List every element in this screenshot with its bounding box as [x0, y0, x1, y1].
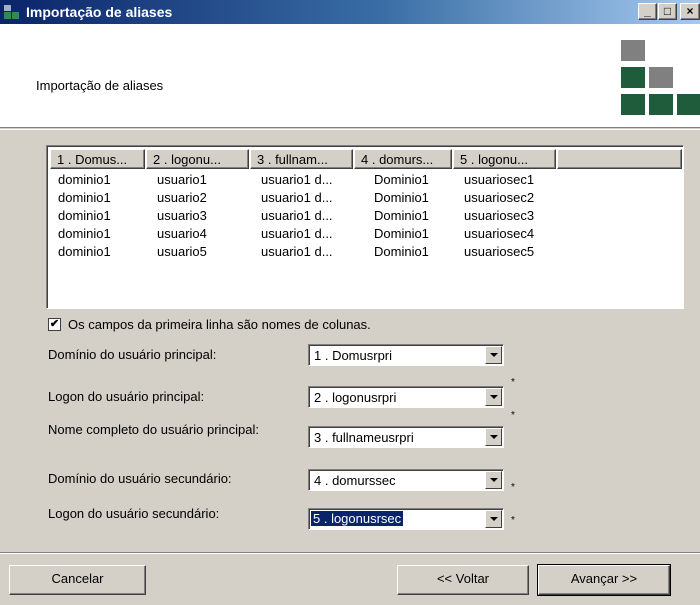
- table-cell: dominio1: [58, 226, 111, 241]
- wizard-header: Importação de aliases: [0, 24, 700, 128]
- primary-domain-label: Domínio do usuário principal:: [48, 347, 217, 362]
- table-cell: Dominio1: [374, 208, 429, 223]
- minimize-button[interactable]: _: [638, 3, 657, 20]
- table-cell: usuario1 d...: [261, 226, 333, 241]
- table-cell: dominio1: [58, 244, 111, 259]
- secondary-domain-value: 4 . domurssec: [314, 473, 396, 488]
- header-title: Importação de aliases: [36, 78, 164, 93]
- chevron-down-icon[interactable]: [485, 428, 502, 446]
- required-marker: *: [511, 410, 515, 421]
- column-header-filler: [557, 149, 682, 169]
- back-button[interactable]: << Voltar: [397, 565, 529, 595]
- primary-logon-select[interactable]: 2 . logonusrpri: [308, 386, 504, 408]
- chevron-down-icon[interactable]: [485, 346, 502, 364]
- aliases-table[interactable]: 1 . Domus... 2 . logonu... 3 . fullnam..…: [46, 145, 684, 309]
- primary-logon-label: Logon do usuário principal:: [48, 389, 205, 404]
- required-marker: *: [511, 377, 515, 388]
- table-row[interactable]: dominio1 usuario1 usuario1 d... Dominio1…: [50, 172, 682, 190]
- required-marker: *: [511, 515, 515, 526]
- table-cell: dominio1: [58, 208, 111, 223]
- footer-separator: [0, 552, 700, 554]
- secondary-logon-select[interactable]: 5 . logonusrsec: [308, 508, 504, 530]
- table-cell: Dominio1: [374, 226, 429, 241]
- table-cell: usuariosec4: [464, 226, 535, 241]
- app-icon: [4, 5, 20, 19]
- chevron-down-icon[interactable]: [485, 510, 502, 528]
- secondary-logon-label: Logon do usuário secundário:: [48, 506, 220, 521]
- table-row[interactable]: dominio1 usuario3 usuario1 d... Dominio1…: [50, 208, 682, 226]
- table-cell: usuariosec1: [464, 172, 535, 187]
- secondary-domain-label: Domínio do usuário secundário:: [48, 471, 232, 486]
- primary-fullname-select[interactable]: 3 . fullnameusrpri: [308, 426, 504, 448]
- column-header-4[interactable]: 4 . domurs...: [354, 149, 452, 169]
- table-cell: usuario1: [157, 172, 207, 187]
- first-row-headers-checkbox[interactable]: ✔: [48, 318, 61, 331]
- header-separator: [0, 129, 700, 130]
- chevron-down-icon[interactable]: [485, 471, 502, 489]
- secondary-domain-select[interactable]: 4 . domurssec: [308, 469, 504, 491]
- table-body: dominio1 usuario1 usuario1 d... Dominio1…: [50, 172, 682, 262]
- table-header: 1 . Domus... 2 . logonu... 3 . fullnam..…: [50, 149, 682, 169]
- table-row[interactable]: dominio1 usuario5 usuario1 d... Dominio1…: [50, 244, 682, 262]
- chevron-down-icon[interactable]: [485, 388, 502, 406]
- table-cell: dominio1: [58, 172, 111, 187]
- table-cell: dominio1: [58, 190, 111, 205]
- table-cell: usuario5: [157, 244, 207, 259]
- primary-domain-value: 1 . Domusrpri: [314, 348, 393, 363]
- column-header-5[interactable]: 5 . logonu...: [453, 149, 556, 169]
- cancel-button[interactable]: Cancelar: [9, 565, 146, 595]
- close-icon: ×: [686, 4, 694, 18]
- first-row-headers-label[interactable]: Os campos da primeira linha são nomes de…: [68, 317, 371, 332]
- table-cell: Dominio1: [374, 244, 429, 259]
- table-cell: usuariosec2: [464, 190, 535, 205]
- window-titlebar[interactable]: Importação de aliases _ □ ×: [0, 0, 700, 24]
- next-button[interactable]: Avançar >>: [537, 564, 671, 596]
- primary-fullname-label: Nome completo do usuário principal:: [48, 422, 259, 437]
- table-row[interactable]: dominio1 usuario4 usuario1 d... Dominio1…: [50, 226, 682, 244]
- squares-logo-icon: [621, 40, 700, 120]
- minimize-icon: _: [644, 4, 651, 18]
- table-cell: usuario4: [157, 226, 207, 241]
- column-header-2[interactable]: 2 . logonu...: [146, 149, 249, 169]
- table-cell: usuario1 d...: [261, 190, 333, 205]
- checkmark-icon: ✔: [49, 318, 60, 330]
- table-row[interactable]: dominio1 usuario2 usuario1 d... Dominio1…: [50, 190, 682, 208]
- table-cell: Dominio1: [374, 190, 429, 205]
- window-title: Importação de aliases: [26, 4, 173, 20]
- table-cell: usuario3: [157, 208, 207, 223]
- primary-logon-value: 2 . logonusrpri: [314, 390, 397, 405]
- required-marker: *: [511, 482, 515, 493]
- table-cell: usuario1 d...: [261, 244, 333, 259]
- column-header-3[interactable]: 3 . fullnam...: [250, 149, 353, 169]
- primary-fullname-value: 3 . fullnameusrpri: [314, 430, 414, 445]
- table-cell: usuariosec5: [464, 244, 535, 259]
- maximize-icon: □: [663, 4, 672, 18]
- maximize-button[interactable]: □: [658, 3, 677, 20]
- column-header-1[interactable]: 1 . Domus...: [50, 149, 145, 169]
- table-cell: usuariosec3: [464, 208, 535, 223]
- table-cell: usuario1 d...: [261, 208, 333, 223]
- secondary-logon-value: 5 . logonusrsec: [311, 511, 404, 526]
- table-cell: usuario2: [157, 190, 207, 205]
- primary-domain-select[interactable]: 1 . Domusrpri: [308, 344, 504, 366]
- table-cell: usuario1 d...: [261, 172, 333, 187]
- table-cell: Dominio1: [374, 172, 429, 187]
- close-button[interactable]: ×: [680, 3, 700, 20]
